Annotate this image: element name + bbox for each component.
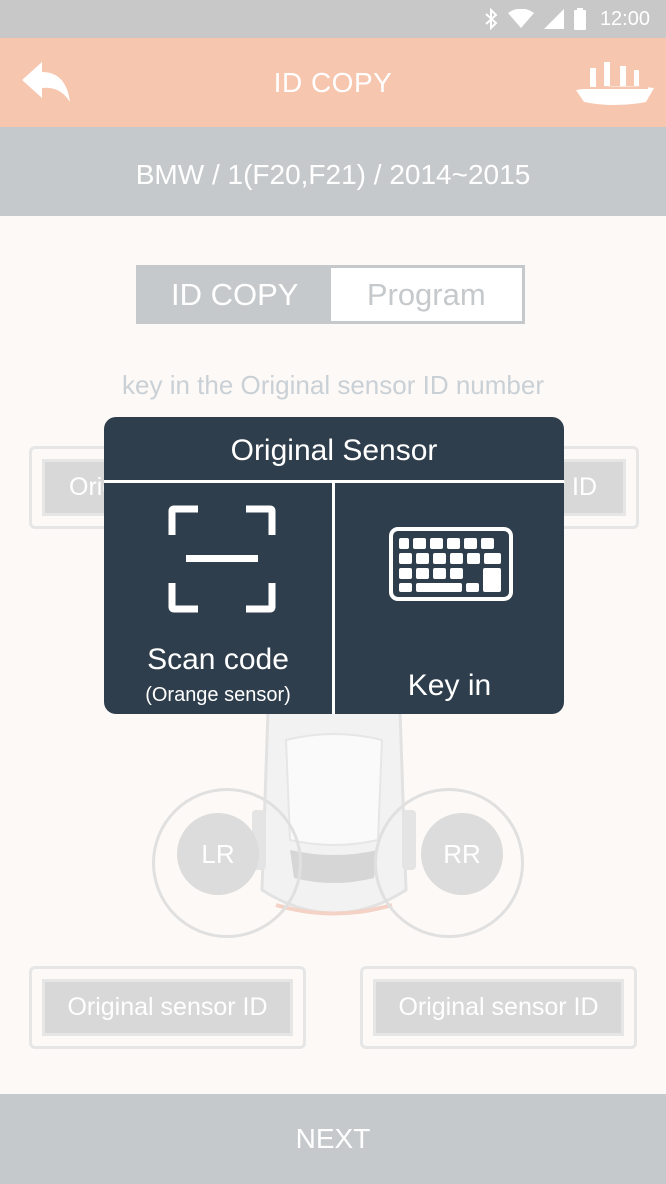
dialog-title: Original Sensor	[230, 434, 438, 467]
lr-sensor-id-label: Original sensor ID	[42, 979, 293, 1036]
mode-toggle: ID COPY Program	[136, 265, 525, 324]
instruction-text: key in the Original sensor ID number	[122, 370, 544, 400]
lr-wheel-label: LR	[177, 813, 259, 895]
key-in-option[interactable]: Key in	[335, 483, 564, 714]
rr-sensor-id-label: Original sensor ID	[373, 979, 624, 1036]
lr-wheel[interactable]: LR	[152, 788, 302, 938]
key-in-label: Key in	[407, 669, 492, 702]
battery-icon	[573, 8, 586, 30]
app-bar: ID COPY	[0, 38, 666, 127]
vehicle-info: BMW / 1(F20,F21) / 2014~2015	[0, 127, 666, 216]
clock: 12:00	[599, 7, 650, 30]
wifi-icon	[507, 9, 534, 28]
rr-wheel[interactable]: RR	[374, 788, 524, 938]
original-sensor-dialog: Original Sensor Scan code (Orange sensor…	[104, 417, 564, 714]
status-icons: 12:00	[484, 7, 650, 31]
tab-id-copy[interactable]: ID COPY	[139, 268, 331, 321]
scan-icon	[168, 505, 276, 613]
rr-sensor-id-box[interactable]: Original sensor ID	[360, 966, 637, 1049]
scan-code-sublabel: (Orange sensor)	[145, 684, 291, 706]
bluetooth-icon	[485, 8, 498, 30]
tab-program[interactable]: Program	[330, 268, 522, 321]
next-button[interactable]: NEXT	[0, 1094, 666, 1184]
scan-code-label: Scan code	[147, 643, 289, 676]
lr-sensor-id-box[interactable]: Original sensor ID	[29, 966, 306, 1049]
keyboard-icon	[389, 527, 513, 601]
status-bar: 12:00	[0, 0, 666, 38]
ship-logo-icon	[576, 62, 654, 105]
signal-icon	[543, 9, 564, 29]
scan-code-option[interactable]: Scan code (Orange sensor)	[104, 483, 332, 714]
rr-wheel-label: RR	[421, 813, 503, 895]
page-title: ID COPY	[273, 67, 393, 98]
